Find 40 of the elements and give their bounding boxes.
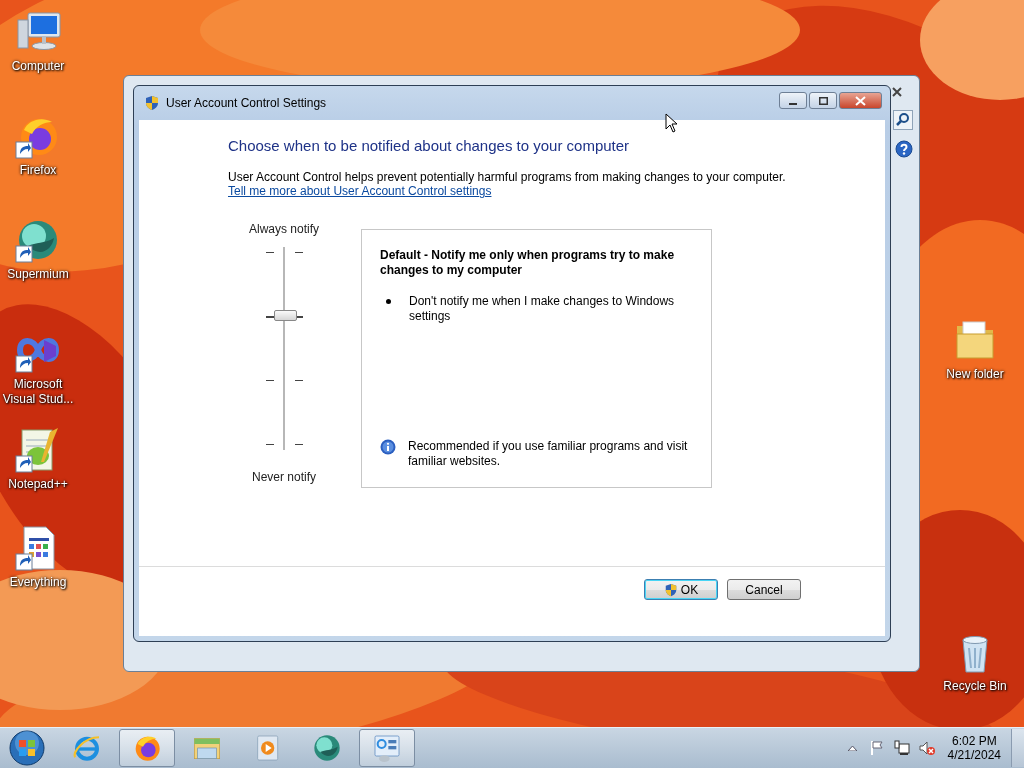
chevron-up-icon[interactable] bbox=[847, 745, 857, 751]
icon-label[interactable]: Supermium bbox=[7, 267, 69, 282]
bullet-text: Don't notify me when I make changes to Windows settings bbox=[409, 294, 676, 324]
description-text: User Account Control helps prevent potentially harmful programs from making changes to your computer. bbox=[228, 170, 787, 184]
muted-speaker-icon[interactable] bbox=[918, 740, 935, 756]
window-title: User Account Control Settings bbox=[166, 96, 328, 110]
slider-thumb[interactable] bbox=[274, 310, 297, 322]
icon-label[interactable]: Recycle Bin bbox=[943, 679, 1007, 694]
icon-label[interactable]: New folder bbox=[946, 367, 1004, 382]
search-icon[interactable] bbox=[893, 110, 913, 130]
icon-label[interactable]: Notepad++ bbox=[8, 477, 68, 492]
close-icon bbox=[855, 95, 866, 106]
minimize-button[interactable] bbox=[779, 92, 807, 109]
clock[interactable]: 6:02 PM 4/21/2024 bbox=[947, 734, 1001, 762]
slider-label: Always notify bbox=[249, 222, 319, 236]
note-text: Recommended if you use familiar programs and visit familiar websites. bbox=[408, 439, 689, 469]
clock-date: 4/21/2024 bbox=[947, 748, 1001, 762]
help-link[interactable]: Tell me more about User Account Control settings bbox=[228, 184, 492, 198]
taskbar-button[interactable] bbox=[359, 729, 415, 767]
bullet-dot bbox=[386, 299, 391, 304]
control-panel-icon bbox=[371, 732, 403, 764]
info-icon bbox=[380, 439, 396, 455]
taskbar-button[interactable] bbox=[119, 729, 175, 767]
shield-icon bbox=[144, 95, 160, 111]
clock-time: 6:02 PM bbox=[951, 734, 997, 748]
icon-label[interactable]: Microsoft Visual Stud... bbox=[0, 377, 76, 407]
flag-icon[interactable] bbox=[868, 740, 885, 756]
slider-label: Never notify bbox=[252, 470, 316, 484]
setting-title: Default - Notify me only when programs try to make changes to my computer bbox=[380, 248, 676, 278]
dialog-button[interactable]: Cancel bbox=[727, 579, 801, 600]
close-button[interactable] bbox=[839, 92, 882, 109]
dialog-button[interactable]: OK bbox=[644, 579, 718, 600]
shield-icon bbox=[663, 582, 678, 597]
help-icon[interactable] bbox=[895, 140, 913, 158]
maximize-button[interactable] bbox=[809, 92, 837, 109]
browser-icon bbox=[311, 732, 343, 764]
minimize-icon bbox=[789, 102, 797, 105]
heading: Choose when to be notified about changes to your computer bbox=[228, 137, 631, 154]
network-icon[interactable] bbox=[893, 740, 910, 756]
restore-icon bbox=[818, 96, 828, 105]
